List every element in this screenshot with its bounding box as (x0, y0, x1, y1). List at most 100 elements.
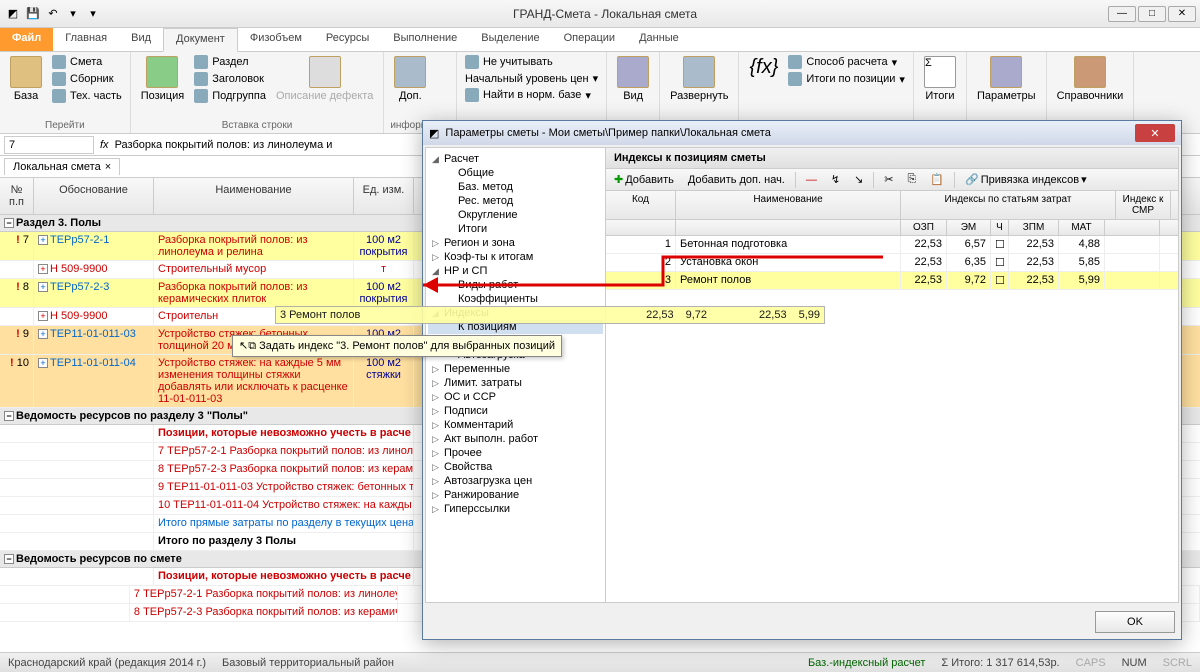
maximize-button[interactable]: □ (1138, 6, 1166, 22)
tool-1[interactable]: ↯ (827, 171, 844, 188)
tree-item[interactable]: Коэффициенты (428, 292, 603, 306)
tab-view[interactable]: Вид (119, 28, 163, 51)
doc-tab-local[interactable]: Локальная смета× (4, 158, 120, 175)
view-button[interactable]: Вид (613, 54, 653, 104)
th-idx-smr[interactable]: Индекс к СМР (1116, 191, 1171, 219)
tree-item[interactable]: Виды работ (428, 278, 603, 292)
tree-caret-icon[interactable]: ▷ (432, 238, 442, 249)
tree-item[interactable]: ▷Лимит. затраты (428, 376, 603, 390)
th-em[interactable]: ЭМ (947, 220, 991, 235)
tab-data[interactable]: Данные (627, 28, 691, 51)
redo-icon[interactable]: ▾ (64, 5, 82, 23)
header-button[interactable]: Заголовок (192, 71, 268, 87)
sbornik-button[interactable]: Сборник (50, 71, 124, 87)
tree-item[interactable]: ▷Акт выполн. работ (428, 432, 603, 446)
expand-icon[interactable]: + (38, 311, 48, 321)
tree-item[interactable]: Рес. метод (428, 194, 603, 208)
tab-resources[interactable]: Ресурсы (314, 28, 381, 51)
tech-part-button[interactable]: Тех. часть (50, 88, 124, 104)
tab-document[interactable]: Документ (163, 28, 238, 52)
tree-caret-icon[interactable]: ▷ (432, 448, 442, 459)
index-row[interactable]: 2 Установка окон 22,53 6,35 ☐ 22,53 5,85 (606, 254, 1178, 272)
close-tab-icon[interactable]: × (105, 161, 111, 173)
expand-icon[interactable]: + (38, 282, 48, 292)
tree-caret-icon[interactable]: ▷ (432, 420, 442, 431)
tree-item[interactable]: ▷Комментарий (428, 418, 603, 432)
tree-item[interactable]: ▷Ранжирование (428, 488, 603, 502)
fx-button[interactable]: {fx} (745, 54, 782, 81)
app-icon[interactable]: ◩ (4, 5, 22, 23)
totals-button[interactable]: ΣИтоги (920, 54, 960, 104)
tab-selection[interactable]: Выделение (469, 28, 551, 51)
th-name[interactable]: Наименование (676, 191, 901, 219)
tree-caret-icon[interactable]: ◢ (432, 154, 442, 165)
paste-button[interactable]: 📋 (926, 171, 948, 188)
tree-caret-icon[interactable]: ▷ (432, 364, 442, 375)
params-button[interactable]: Параметры (973, 54, 1040, 104)
tree-item[interactable]: ▷ОС и ССР (428, 390, 603, 404)
cut-button[interactable]: ✂ (880, 171, 897, 188)
ref-button[interactable]: Справочники (1053, 54, 1128, 104)
save-icon[interactable]: 💾 (24, 5, 42, 23)
fx-label[interactable]: fx (100, 139, 109, 151)
col-unit[interactable]: Ед. изм. (354, 178, 414, 214)
expand-icon[interactable]: + (38, 329, 48, 339)
th-mat[interactable]: МАТ (1059, 220, 1105, 235)
tree-item[interactable]: Итоги (428, 222, 603, 236)
cell-ref-input[interactable] (4, 136, 94, 154)
index-table[interactable]: Код Наименование Индексы по статьям затр… (606, 191, 1178, 602)
tree-caret-icon[interactable]: ▷ (432, 252, 442, 263)
tree-caret-icon[interactable]: ▷ (432, 406, 442, 417)
index-row[interactable]: 1 Бетонная подготовка 22,53 6,57 ☐ 22,53… (606, 236, 1178, 254)
index-row[interactable]: 3 Ремонт полов 22,53 9,72 ☐ 22,53 5,99 (606, 272, 1178, 290)
subgroup-button[interactable]: Подгруппа (192, 88, 268, 104)
base-level-button[interactable]: Начальный уровень цен ▾ (463, 71, 600, 86)
add-button[interactable]: ✚Добавить (610, 171, 678, 188)
not-count-button[interactable]: Не учитывать (463, 54, 600, 70)
th-ch[interactable]: Ч (991, 220, 1009, 235)
tab-execution[interactable]: Выполнение (381, 28, 469, 51)
ok-button[interactable]: OK (1095, 611, 1175, 633)
collapse-icon[interactable]: − (4, 411, 14, 421)
qat-more-icon[interactable]: ▾ (84, 5, 102, 23)
th-code[interactable]: Код (606, 191, 676, 219)
tree-item[interactable]: ▷Регион и зона (428, 236, 603, 250)
tree-caret-icon[interactable]: ◢ (432, 266, 442, 277)
more-info-button[interactable]: Доп. (390, 54, 430, 104)
expand-icon[interactable]: + (38, 235, 48, 245)
tree-item[interactable]: ▷Подписи (428, 404, 603, 418)
section-button[interactable]: Раздел (192, 54, 268, 70)
copy-button[interactable]: ⎘ (904, 171, 921, 188)
th-ozp[interactable]: ОЗП (901, 220, 947, 235)
tree-item[interactable]: ▷Автозагрузка цен (428, 474, 603, 488)
tree-caret-icon[interactable]: ▷ (432, 462, 442, 473)
add-extra-button[interactable]: Добавить доп. нач. (684, 172, 789, 188)
tree-caret-icon[interactable]: ▷ (432, 392, 442, 403)
close-button[interactable]: ✕ (1168, 6, 1196, 22)
smeta-button[interactable]: Смета (50, 54, 124, 70)
defect-button[interactable]: Описание дефекта (272, 54, 377, 104)
tree-item[interactable]: Общие (428, 166, 603, 180)
tree-item[interactable]: ▷Переменные (428, 362, 603, 376)
col-justification[interactable]: Обоснование (34, 178, 154, 214)
find-norm-button[interactable]: Найти в норм. базе ▾ (463, 87, 600, 103)
tree-caret-icon[interactable]: ▷ (432, 378, 442, 389)
bind-indexes-button[interactable]: 🔗Привязка индексов ▾ (961, 171, 1091, 188)
col-no[interactable]: № п.п (0, 178, 34, 214)
tree-item[interactable]: Баз. метод (428, 180, 603, 194)
position-button[interactable]: Позиция (137, 54, 189, 104)
tree-item[interactable]: ▷Гиперссылки (428, 502, 603, 516)
collapse-icon[interactable]: − (4, 218, 14, 228)
tab-operations[interactable]: Операции (552, 28, 627, 51)
tree-caret-icon[interactable]: ▷ (432, 504, 442, 515)
delete-button[interactable]: — (802, 172, 821, 188)
tool-2[interactable]: ↘ (850, 171, 867, 188)
tree-item[interactable]: ▷Прочее (428, 446, 603, 460)
tree-item[interactable]: ◢НР и СП (428, 264, 603, 278)
dialog-tree[interactable]: ◢РасчетОбщиеБаз. методРес. методОкруглен… (426, 148, 606, 602)
expand-icon[interactable]: + (38, 358, 48, 368)
calc-method-button[interactable]: Способ расчета ▾ (786, 54, 907, 70)
itogi-pos-button[interactable]: Итоги по позиции ▾ (786, 71, 907, 87)
collapse-icon[interactable]: − (4, 554, 14, 564)
dialog-close-button[interactable]: ✕ (1135, 124, 1175, 142)
